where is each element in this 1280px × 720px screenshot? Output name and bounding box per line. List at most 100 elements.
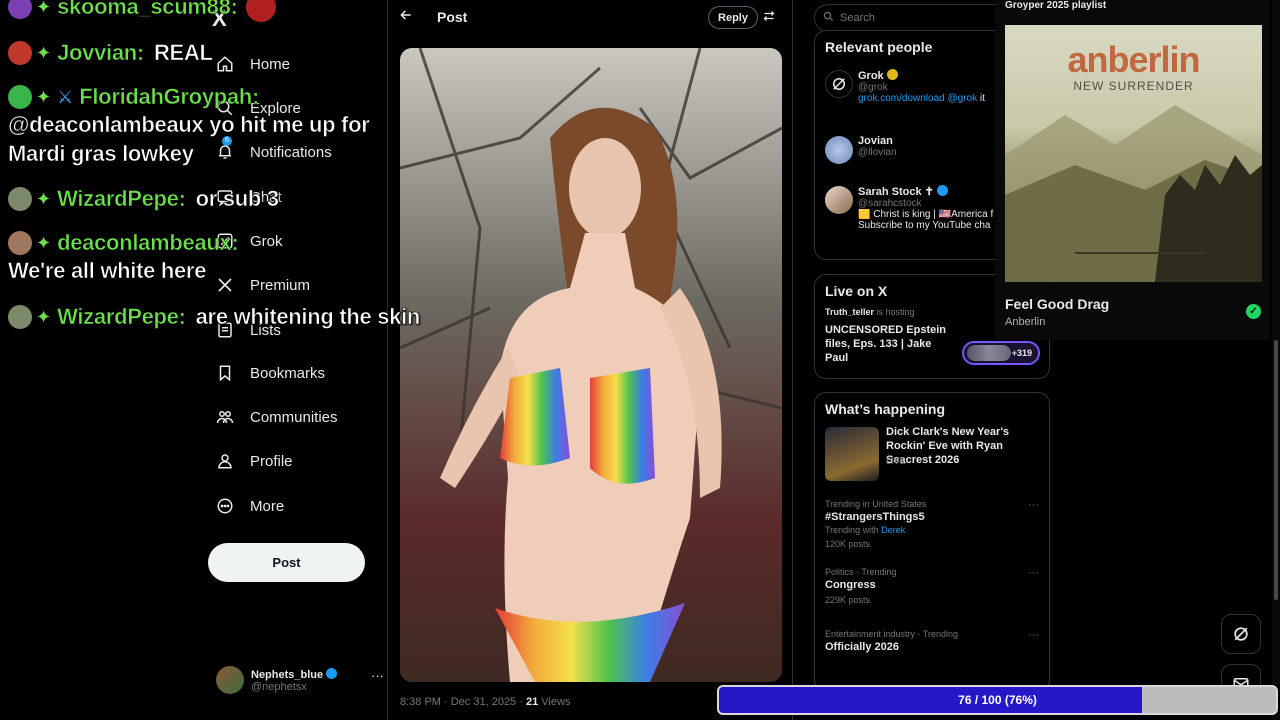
sarah-avatar [825,186,853,214]
trend-meta: Entertainment industry · Trending [825,629,959,639]
nav-item-more[interactable]: More [214,491,284,521]
search-bar[interactable] [814,4,1014,32]
chat-badge-icon: ✦ [36,232,52,253]
post-timestamp: 8:38 PM · Dec 31, 2025 · 21 Views [400,696,571,708]
nav-item-premium[interactable]: Premium [214,270,310,300]
left-nav: X Home Explore 6 Notifications Chat Grok [200,0,388,720]
track-artist: Anberlin [1005,316,1046,328]
nav-item-explore[interactable]: Explore [214,93,301,123]
photo-illustration [400,48,782,682]
verified-icon [326,667,338,679]
nav-label: Bookmarks [250,364,326,382]
search-icon [214,97,236,119]
sword-icon: ⚔ [57,86,74,107]
whats-happening-panel: What’s happening Dick Clark's New Year's… [814,392,1050,692]
nav-item-lists[interactable]: Lists [214,315,281,345]
person-name: Sarah Stock ✝ [858,186,934,198]
chat-emote [8,85,32,109]
post-button[interactable]: Post [208,543,365,582]
adjust-icon[interactable] [763,10,775,25]
trend-count: 229K posts [825,595,871,605]
more-horizontal-icon[interactable]: ··· [1028,567,1039,579]
chat-badge-icon: ✦ [36,306,52,327]
x-logo-icon[interactable]: X [212,6,227,32]
nav-label: Premium [250,276,311,294]
bio-link[interactable]: grok.com/download @grok [858,93,977,104]
listener-avatars [967,345,1011,361]
bookmark-icon [214,362,236,384]
more-horizontal-icon[interactable]: ··· [1028,499,1039,511]
live-listeners-pill[interactable]: +319 [962,341,1040,365]
nav-label: Chat [250,188,282,206]
scrollbar-thumb[interactable] [1274,340,1278,600]
post-column: Post Reply 8:38 PM · Dec 31, 2025 · 21 V… [389,0,793,720]
home-icon [214,53,236,75]
news-title: Dick Clark's New Year's Rockin' Eve with… [886,426,1010,466]
album-art: anberlin NEW SURRENDER [1005,25,1262,282]
now-playing-overlay: Groyper 2025 playlist anberlin NEW SURRE… [995,0,1270,340]
avatar [216,666,244,694]
chat-emote [8,231,32,255]
chat-username: WizardPepe: [57,304,186,330]
nav-item-profile[interactable]: Profile [214,446,293,476]
nav-item-grok[interactable]: Grok [214,226,283,256]
track-title: Feel Good Drag [1005,296,1110,312]
chat-emote [8,0,32,19]
album-title: NEW SURRENDER [1073,79,1194,93]
person-icon [214,450,236,472]
person-name: Grok [858,70,884,82]
goal-progress-bar: 76 / 100 (76%) [717,685,1278,715]
chat-badge-icon: ✦ [36,188,52,209]
reply-button[interactable]: Reply [708,6,758,29]
nav-label: Notifications [250,143,332,161]
more-horizontal-icon[interactable]: ··· [1028,629,1039,641]
chat-emote [8,305,32,329]
panel-title: What’s happening [825,401,946,417]
chat-badge-icon: ✦ [36,86,52,107]
trend-item[interactable]: Politics · Trending Congress 229K posts … [815,563,1049,625]
more-horizontal-icon[interactable]: ··· [371,668,384,683]
trend-name: Officially 2026 [825,641,899,653]
nav-label: Communities [250,408,338,426]
verified-icon [936,185,948,196]
bell-icon: 6 [214,136,236,163]
trend-meta: Trending in United States [825,499,927,509]
notification-count-badge: 6 [222,136,232,146]
nav-item-communities[interactable]: Communities [214,402,338,432]
nav-label: Profile [250,452,293,470]
search-input[interactable] [840,12,990,24]
trend-with-link[interactable]: Derek [881,525,905,535]
news-thumbnail [825,427,879,481]
bio-text: it [977,93,985,104]
page-title: Post [437,9,468,25]
chat-username: WizardPepe: [57,186,186,212]
more-circle-icon [214,495,236,517]
nav-label: Grok [250,232,283,250]
live-title[interactable]: UNCENSORED Epstein files, Eps. 133 | Jak… [815,323,955,365]
nav-item-bookmarks[interactable]: Bookmarks [214,358,325,388]
verified-gold-icon [886,69,898,80]
grok-avatar [825,70,853,98]
nav-label: Home [250,55,291,73]
chat-badge-icon: ✦ [36,0,52,17]
post-photo[interactable] [400,48,782,682]
news-status: LIVE [886,456,906,466]
chat-emote [8,187,32,211]
back-arrow-icon[interactable] [399,8,413,26]
account-handle: @nephetsx [251,680,307,693]
account-switcher[interactable]: Nephets_blue @nephetsx ··· [216,664,384,696]
trend-item[interactable]: Entertainment industry · Trending Offici… [815,625,1049,687]
nav-item-home[interactable]: Home [214,49,290,79]
chat-username: Jovvian: [57,40,145,66]
trend-meta: Politics · Trending [825,567,897,577]
nav-item-notifications[interactable]: 6 Notifications [214,136,332,167]
nav-item-chat[interactable]: Chat [214,182,282,212]
news-item[interactable]: Dick Clark's New Year's Rockin' Eve with… [815,425,1049,495]
grok-fab-button[interactable] [1221,614,1261,654]
trend-item[interactable]: Trending in United States #StrangersThin… [815,495,1049,557]
people-icon [214,406,236,428]
search-icon [823,11,834,25]
trend-count: 120K posts [825,539,871,549]
chat-badge-icon: ✦ [36,42,52,63]
trend-name: Congress [825,579,876,591]
